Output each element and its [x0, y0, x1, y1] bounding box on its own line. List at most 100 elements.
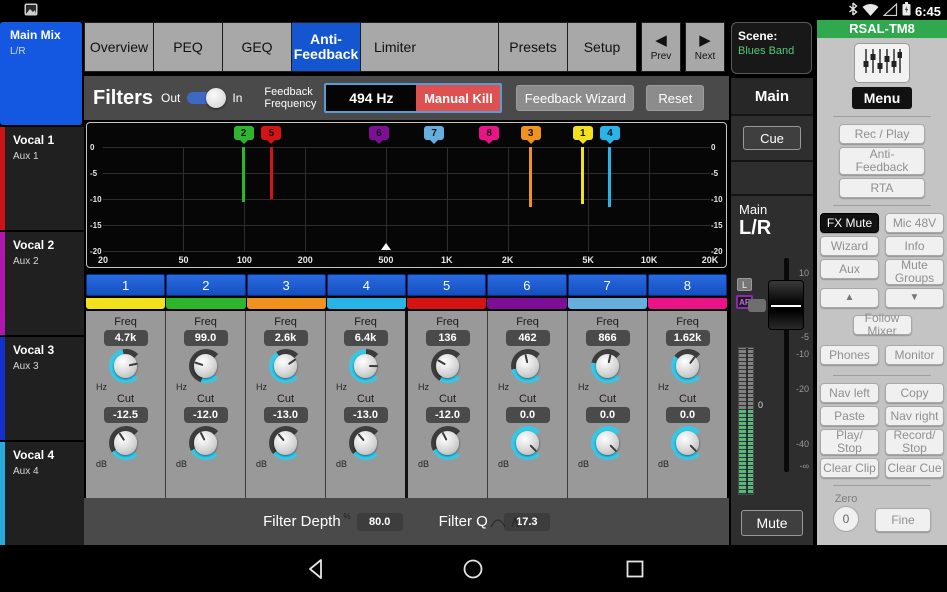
freq-knob-band-3[interactable]: [269, 349, 303, 383]
band-select-button-2[interactable]: 2: [166, 274, 245, 296]
band-4-marker[interactable]: 4: [600, 126, 620, 140]
band-6-marker[interactable]: 6: [369, 126, 389, 140]
cut-knob-band-8[interactable]: [671, 426, 705, 460]
tab-setup[interactable]: Setup: [567, 22, 637, 72]
wizard-button[interactable]: Wizard: [820, 236, 879, 256]
freq-value: 136: [426, 330, 470, 346]
mute-button[interactable]: Mute: [741, 510, 803, 536]
channel-select-vocal-3[interactable]: Vocal 3Aux 3: [0, 337, 84, 440]
follow-mixer-button[interactable]: Follow Mixer: [853, 315, 912, 335]
channel-select-vocal-1[interactable]: Vocal 1Aux 1: [0, 127, 84, 230]
tab-anti-feedback[interactable]: Anti- Feedback: [291, 22, 361, 72]
menu-button[interactable]: Menu: [852, 87, 912, 109]
freq-knob-band-8[interactable]: [671, 349, 705, 383]
cut-knob-band-5[interactable]: [431, 426, 465, 460]
scene-box[interactable]: Scene: Blues Band: [731, 22, 812, 74]
freq-knob-band-2[interactable]: [189, 349, 223, 383]
home-icon[interactable]: [462, 558, 484, 585]
play-stop-button[interactable]: Play/ Stop: [820, 429, 879, 455]
band-6-marker-tip: [374, 139, 384, 144]
tab-overview[interactable]: Overview: [84, 22, 154, 72]
fine-button[interactable]: Fine: [875, 508, 931, 532]
channel-select-vocal-4[interactable]: Vocal 4Aux 4: [0, 442, 84, 545]
freq-knob-band-1[interactable]: [109, 349, 143, 383]
clear-cue-button[interactable]: Clear Cue: [885, 458, 944, 478]
cut-knob-band-4[interactable]: [349, 426, 383, 460]
fx-mute-button[interactable]: FX Mute: [820, 213, 879, 233]
tab-limiter[interactable]: Limiter: [360, 22, 430, 72]
cue-button[interactable]: Cue: [743, 126, 801, 150]
anti-feedback-button[interactable]: Anti- Feedback: [839, 147, 925, 175]
filters-in-out-toggle[interactable]: [187, 90, 225, 106]
cut-knob-band-2[interactable]: [189, 426, 223, 460]
band-8-marker-tip: [484, 139, 494, 144]
db-unit-label: dB: [498, 459, 509, 469]
q-width-curves-icon: [490, 515, 524, 533]
info-button[interactable]: Info: [885, 236, 944, 256]
knob-needle: [529, 444, 537, 452]
mute-groups-button[interactable]: Mute Groups: [885, 259, 944, 285]
band-3-marker[interactable]: 3: [521, 126, 541, 140]
cut-knob-band-7[interactable]: [591, 426, 625, 460]
channel-name: Vocal 2: [13, 238, 80, 253]
prev-button[interactable]: ◀ Prev: [641, 22, 681, 72]
phones-button[interactable]: Phones: [820, 345, 879, 365]
meter-zero-label: 0: [758, 400, 763, 410]
rec-play-button[interactable]: Rec / Play: [839, 124, 925, 144]
band-5-marker[interactable]: 5: [261, 126, 281, 140]
mixer-view-button[interactable]: [854, 43, 910, 83]
rta-button[interactable]: RTA: [839, 178, 925, 198]
band-1-marker[interactable]: 1: [573, 126, 593, 140]
view-buttons: Rec / Play Anti- Feedback RTA: [817, 124, 947, 198]
cut-knob-band-3[interactable]: [269, 426, 303, 460]
channel-select-vocal-2[interactable]: Vocal 2 Aux 2: [0, 232, 84, 335]
nav-right-button[interactable]: Nav right: [885, 406, 944, 426]
cut-knob-band-1[interactable]: [109, 426, 143, 460]
knob-needle: [524, 354, 528, 363]
arrow-up-button[interactable]: ▲: [820, 288, 879, 308]
cut-knob-wrap: dB: [166, 426, 245, 470]
clear-clip-button[interactable]: Clear Clip: [820, 458, 879, 478]
aux-button[interactable]: Aux: [820, 259, 879, 279]
band-select-button-4[interactable]: 4: [327, 274, 406, 296]
cut-knob-band-6[interactable]: [511, 426, 545, 460]
channel-sub-label: Aux 2: [13, 256, 80, 267]
monitor-button[interactable]: Monitor: [885, 345, 944, 365]
freq-knob-band-5[interactable]: [431, 349, 465, 383]
tab-peq[interactable]: PEQ: [153, 22, 223, 72]
cut-label: Cut: [599, 393, 616, 405]
band-7-marker[interactable]: 7: [424, 126, 444, 140]
band-8-marker[interactable]: 8: [479, 126, 499, 140]
freq-knob-band-6[interactable]: [511, 349, 545, 383]
x-axis-tick-label: 200: [298, 255, 313, 265]
channel-select-main-mix[interactable]: Main MixL/R: [0, 22, 82, 125]
record-stop-button[interactable]: Record/ Stop: [885, 429, 944, 455]
band-select-button-6[interactable]: 6: [487, 274, 566, 296]
copy-button[interactable]: Copy: [885, 383, 944, 403]
manual-kill-button[interactable]: Manual Kill: [416, 85, 500, 111]
recents-icon[interactable]: [624, 558, 646, 585]
zero-button[interactable]: 0: [833, 506, 859, 532]
tab-presets[interactable]: Presets: [498, 22, 568, 72]
arrow-down-button[interactable]: ▼: [885, 288, 944, 308]
mic-48v-button[interactable]: Mic 48V: [885, 213, 944, 233]
band-select-button-1[interactable]: 1: [86, 274, 165, 296]
anti-feedback-graph[interactable]: 20501002005001K2K5K10K20K00-5-5-10-10-15…: [86, 122, 727, 268]
band-2-marker[interactable]: 2: [234, 126, 254, 140]
band-select-button-3[interactable]: 3: [247, 274, 326, 296]
reset-button[interactable]: Reset: [646, 85, 704, 111]
tab-geq[interactable]: GEQ: [222, 22, 292, 72]
freq-knob-band-7[interactable]: [591, 349, 625, 383]
freq-value: 866: [586, 330, 630, 346]
band-select-button-8[interactable]: 8: [648, 274, 727, 296]
back-icon[interactable]: [305, 558, 327, 585]
fader-handle[interactable]: [768, 280, 804, 330]
paste-button[interactable]: Paste: [820, 406, 879, 426]
band-select-button-7[interactable]: 7: [568, 274, 647, 296]
freq-knob-band-4[interactable]: [349, 349, 383, 383]
band-select-button-5[interactable]: 5: [407, 274, 486, 296]
feedback-wizard-button[interactable]: Feedback Wizard: [516, 85, 634, 111]
next-button[interactable]: ▶ Next: [685, 22, 725, 72]
knob-rotator: [262, 419, 310, 467]
nav-left-button[interactable]: Nav left: [820, 383, 879, 403]
